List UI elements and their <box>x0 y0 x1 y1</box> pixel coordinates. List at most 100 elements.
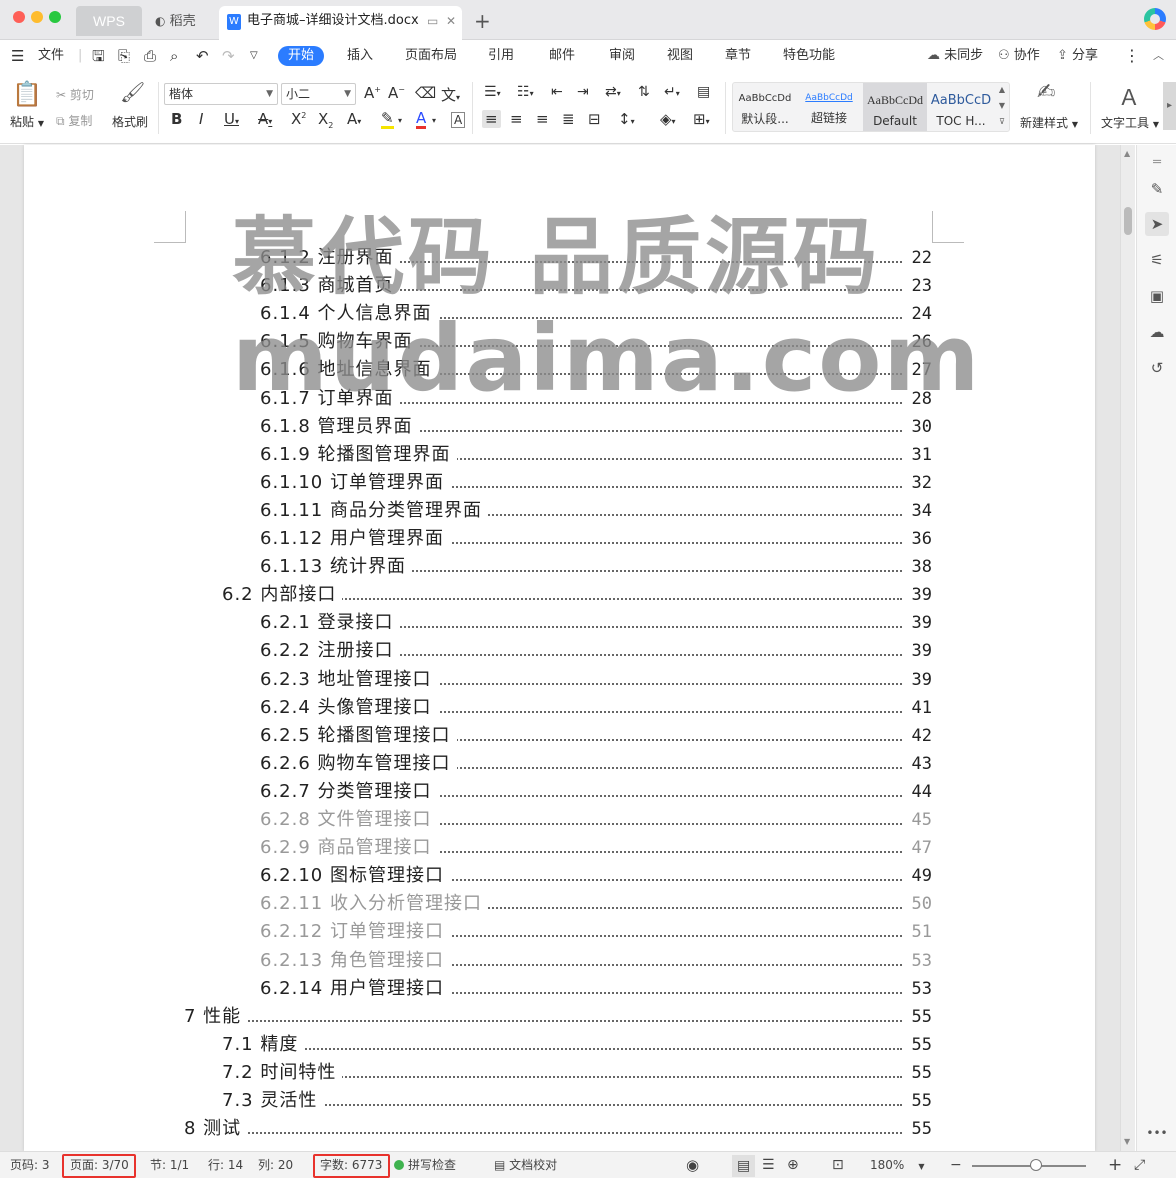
toc-entry[interactable]: 6.1.13 统计界面 38 <box>260 553 932 582</box>
share-button[interactable]: ⇪ 分享 <box>1057 40 1098 72</box>
toc-entry[interactable]: 6.1.9 轮播图管理界面 31 <box>260 440 932 469</box>
ribbon-scroll-right-icon[interactable]: ▸ <box>1163 82 1176 130</box>
clear-format-icon[interactable]: ⌫ <box>415 84 436 102</box>
menu-file[interactable]: 文件 <box>38 40 64 72</box>
superscript-icon[interactable]: X2 <box>291 110 306 128</box>
tab-review[interactable]: 审阅 <box>609 40 635 72</box>
style-default-para[interactable]: AaBbCcDd 默认段... <box>733 83 797 131</box>
toc-entry[interactable]: 7.3 灵活性 55 <box>222 1087 932 1115</box>
outline-view-icon[interactable]: ☰ <box>762 1152 775 1178</box>
tab-daoke[interactable]: ◐ 稻壳 <box>147 6 213 36</box>
print-icon[interactable]: ⎙ <box>144 40 156 72</box>
tab-wps[interactable]: WPS <box>76 6 142 36</box>
history-icon[interactable]: ↺ <box>1145 356 1169 380</box>
scrollbar-thumb[interactable] <box>1124 207 1132 235</box>
fit-page-icon[interactable]: ⊡ <box>832 1152 844 1178</box>
distribute-icon[interactable]: ⊟ <box>588 110 601 128</box>
pointer-select-icon[interactable]: ➤ <box>1145 212 1169 236</box>
phonetic-guide-icon[interactable]: 文▾ <box>441 84 460 105</box>
expand-gallery-icon[interactable]: ⊽ <box>999 117 1005 126</box>
wps-logo-icon[interactable] <box>1144 8 1166 30</box>
zoom-in-icon[interactable]: + <box>1108 1152 1122 1178</box>
toc-entry[interactable]: 6.1.10 订单管理界面 32 <box>260 468 932 497</box>
web-view-icon[interactable]: ⊕ <box>787 1152 799 1178</box>
new-style-button[interactable]: 新建样式 ▼ <box>1020 114 1078 131</box>
undo-icon[interactable]: ↶ <box>196 40 209 72</box>
print-preview-icon[interactable]: ⌕ <box>170 40 178 72</box>
toc-entry[interactable]: 7.1 精度 55 <box>222 1030 932 1059</box>
toc-entry[interactable]: 8 测试 55 <box>184 1115 932 1144</box>
eye-protection-icon[interactable]: ◉ <box>686 1152 699 1178</box>
export-pdf-icon[interactable]: ⎘ <box>118 40 130 72</box>
tab-special-features[interactable]: 特色功能 <box>783 40 835 72</box>
italic-icon[interactable]: I <box>199 110 203 128</box>
sort-icon[interactable]: ⇅ <box>638 84 650 100</box>
copy-button[interactable]: ⧉ 复制 <box>56 112 92 129</box>
sync-status[interactable]: ☁ 未同步 <box>927 40 983 72</box>
toc-entry[interactable]: 6.1.8 管理员界面 30 <box>260 412 932 441</box>
font-name-select[interactable]: 楷体 ▼ <box>164 83 278 105</box>
paste-icon[interactable]: 📋 <box>12 80 42 108</box>
tab-chapter[interactable]: 章节 <box>725 40 751 72</box>
tab-document[interactable]: W 电子商城–详细设计文档.docx ▭ ✕ <box>219 6 462 40</box>
toc-entry[interactable]: 6.2.10 图标管理接口 49 <box>260 862 932 891</box>
window-mode-icon[interactable]: ▭ <box>427 14 438 28</box>
adjust-settings-icon[interactable]: ⚟ <box>1145 248 1169 272</box>
underline-icon[interactable]: U▾ <box>224 110 239 128</box>
cut-button[interactable]: ✂ 剪切 <box>56 86 94 103</box>
save-icon[interactable]: 🖫 <box>92 40 105 72</box>
shrink-font-icon[interactable]: A− <box>388 84 405 102</box>
toc-entry[interactable]: 6.1.12 用户管理界面 36 <box>260 525 932 553</box>
tab-home[interactable]: 开始 <box>278 46 325 66</box>
zoom-level-select[interactable]: 180% ▼ <box>870 1152 924 1178</box>
toc-entry[interactable]: 6.2.5 轮播图管理接口 42 <box>260 721 932 750</box>
pen-icon[interactable]: ✎ <box>1145 177 1169 201</box>
pages-status[interactable]: 页面: 3/70 <box>70 1152 129 1178</box>
scroll-down-icon[interactable]: ▼ <box>999 101 1005 110</box>
tab-view[interactable]: 视图 <box>667 40 693 72</box>
toc-entry[interactable]: 6.2.4 头像管理接口 41 <box>260 693 932 722</box>
more-options-icon[interactable]: ••• <box>1145 1121 1169 1145</box>
chevron-down-icon[interactable]: ▽ <box>250 40 258 72</box>
toc-entry[interactable]: 6.2.7 分类管理接口 44 <box>260 777 932 806</box>
zoom-out-icon[interactable]: − <box>950 1152 962 1178</box>
format-painter-button[interactable]: 格式刷 <box>112 113 148 130</box>
scroll-up-icon[interactable]: ▲ <box>999 85 1005 94</box>
new-style-icon[interactable]: ✍ <box>1037 80 1055 105</box>
bullet-list-icon[interactable]: ☰▾ <box>484 84 501 100</box>
align-left-icon[interactable]: ≡ <box>482 110 501 128</box>
style-hyperlink[interactable]: AaBbCcDd 超链接 <box>797 83 861 131</box>
tab-page-layout[interactable]: 页面布局 <box>405 40 457 72</box>
vertical-scrollbar[interactable]: ▲ ▼ <box>1120 145 1135 1151</box>
scroll-down-icon[interactable]: ▼ <box>1124 1137 1130 1146</box>
redo-icon[interactable]: ↷ <box>222 40 235 72</box>
plus-icon[interactable]: + <box>474 6 494 36</box>
toc-entry[interactable]: 6.2.9 商品管理接口 47 <box>260 834 932 863</box>
format-painter-icon[interactable]: 🖌 <box>120 80 145 104</box>
shading-icon[interactable]: ◈▾ <box>660 110 676 128</box>
text-effect-icon[interactable]: A▾ <box>347 110 361 128</box>
chinese-layout-icon[interactable]: ⇄▾ <box>605 84 621 100</box>
numbered-list-icon[interactable]: ☷▾ <box>517 84 534 100</box>
zoom-slider[interactable] <box>972 1165 1086 1167</box>
tab-insert[interactable]: 插入 <box>347 40 373 72</box>
hamburger-menu-icon[interactable]: ☰ <box>11 40 24 72</box>
page-view-icon[interactable]: ▤ <box>732 1155 756 1177</box>
word-count-status[interactable]: 字数: 6773 <box>320 1152 382 1178</box>
zoom-window-button[interactable] <box>49 11 61 23</box>
text-tools-button[interactable]: 文字工具 ▼ <box>1101 114 1159 131</box>
strikethrough-icon[interactable]: A▾ <box>258 110 272 128</box>
toc-entry[interactable]: 6.2.11 收入分析管理接口 50 <box>260 890 932 919</box>
highlight-icon[interactable]: ✎ <box>381 110 394 129</box>
tab-mailings[interactable]: 邮件 <box>549 40 575 72</box>
chevron-down-icon[interactable]: ▾ <box>432 116 436 125</box>
font-color-icon[interactable]: A <box>416 110 427 129</box>
toc-entry[interactable]: 6.2.1 登录接口 39 <box>260 609 932 638</box>
zoom-slider-handle[interactable] <box>1029 1159 1042 1171</box>
more-icon[interactable]: ⋮ <box>1124 40 1140 72</box>
collapse-ribbon-icon[interactable]: ︿ <box>1153 40 1164 72</box>
close-window-button[interactable] <box>13 11 25 23</box>
toc-entry[interactable]: 6.2.3 地址管理接口 39 <box>260 665 932 694</box>
backup-icon[interactable]: ☁ <box>1145 320 1169 344</box>
chevron-down-icon[interactable]: ▾ <box>398 116 402 125</box>
